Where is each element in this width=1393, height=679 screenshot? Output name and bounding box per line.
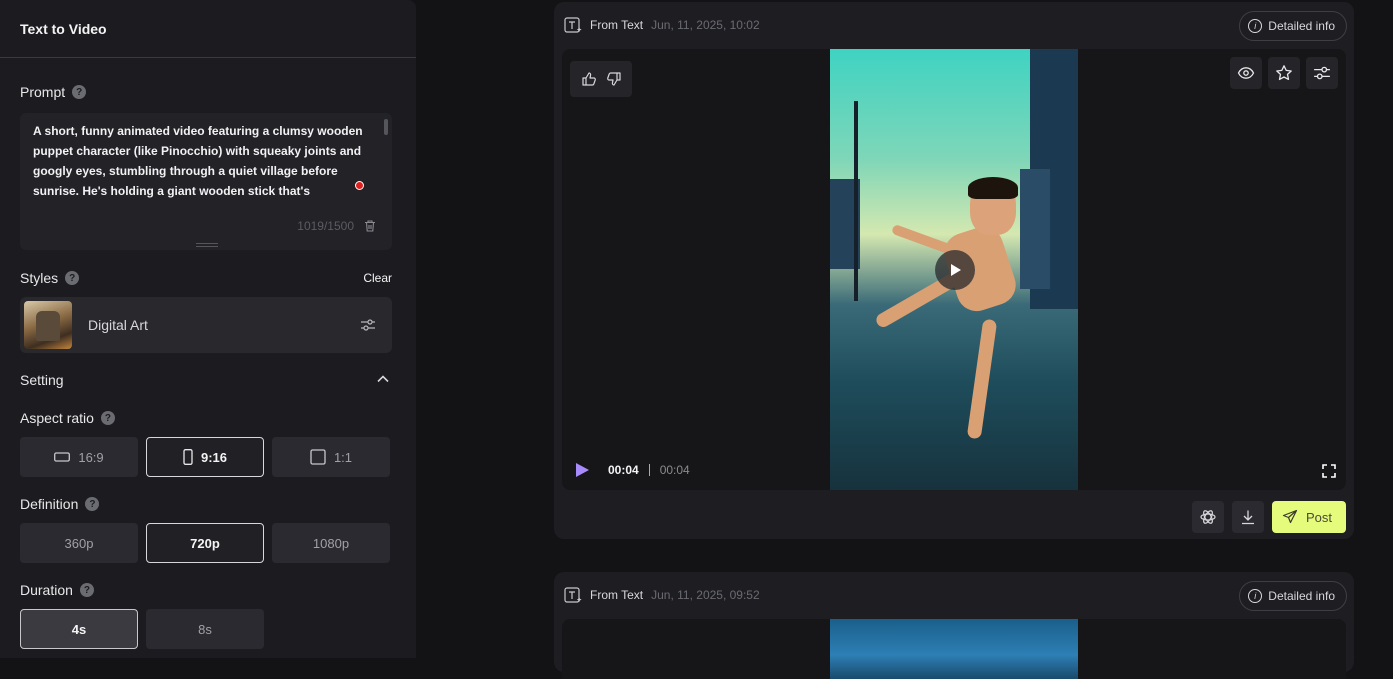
sliders-icon[interactable] bbox=[360, 317, 376, 333]
definition-720p-button[interactable]: 720p bbox=[146, 523, 264, 563]
preview-button[interactable] bbox=[1230, 57, 1262, 89]
help-icon[interactable]: ? bbox=[65, 271, 80, 285]
download-icon bbox=[1241, 510, 1254, 525]
notification-dot bbox=[355, 181, 364, 190]
text-to-video-icon bbox=[564, 587, 582, 603]
definition-label-row: Definition ? bbox=[20, 496, 100, 512]
adjust-button[interactable] bbox=[1306, 57, 1338, 89]
prompt-label: Prompt bbox=[20, 84, 66, 100]
duration-8s-button[interactable]: 8s bbox=[146, 609, 264, 649]
thumbs-down-icon[interactable] bbox=[606, 71, 622, 87]
aspect-16-9-button[interactable]: 16:9 bbox=[20, 437, 138, 477]
play-overlay-button[interactable] bbox=[935, 250, 975, 290]
timestamp: Jun, 11, 2025, 09:52 bbox=[651, 588, 760, 602]
timestamp: Jun, 11, 2025, 10:02 bbox=[651, 18, 760, 32]
info-icon: i bbox=[1248, 19, 1263, 33]
sidebar: Text to Video Prompt ? A short, funny an… bbox=[0, 0, 416, 658]
setting-label[interactable]: Setting bbox=[20, 372, 64, 388]
aspect-ratio-label: Aspect ratio bbox=[20, 410, 94, 426]
prompt-text[interactable]: A short, funny animated video featuring … bbox=[33, 121, 378, 201]
styles-label: Styles bbox=[20, 270, 59, 286]
char-count: 1019/1500 bbox=[297, 219, 354, 233]
duration-label-row: Duration ? bbox=[20, 582, 94, 598]
feedback-group bbox=[570, 61, 632, 97]
style-thumbnail bbox=[24, 301, 72, 349]
help-icon[interactable]: ? bbox=[85, 497, 100, 511]
definition-label: Definition bbox=[20, 496, 79, 512]
clear-styles-button[interactable]: Clear bbox=[363, 271, 392, 285]
post-button[interactable]: Post bbox=[1271, 501, 1346, 533]
source-label: From Text bbox=[590, 18, 644, 32]
card-actions: Post bbox=[1191, 501, 1346, 533]
atom-icon bbox=[1200, 510, 1216, 524]
sliders-icon bbox=[1314, 66, 1330, 80]
aspect-9-16-button[interactable]: 9:16 bbox=[146, 437, 264, 477]
remix-button[interactable] bbox=[1191, 501, 1224, 533]
favorite-button[interactable] bbox=[1268, 57, 1300, 89]
help-icon[interactable]: ? bbox=[79, 583, 94, 597]
help-icon[interactable]: ? bbox=[72, 85, 87, 99]
current-time: 00:04 bbox=[608, 463, 639, 477]
eye-icon bbox=[1237, 67, 1255, 79]
prompt-textarea[interactable]: A short, funny animated video featuring … bbox=[20, 113, 392, 250]
detailed-info-button[interactable]: i Detailed info bbox=[1239, 581, 1347, 611]
duration-label: Duration bbox=[20, 582, 73, 598]
source-label: From Text bbox=[590, 588, 644, 602]
detailed-info-button[interactable]: i Detailed info bbox=[1239, 11, 1347, 41]
setting-label-row[interactable]: Setting bbox=[20, 372, 64, 388]
time-divider bbox=[648, 464, 650, 476]
player-controls: 00:04 00:04 bbox=[574, 462, 690, 478]
video-frame bbox=[830, 619, 1078, 679]
page-title: Text to Video bbox=[20, 20, 107, 37]
portrait-icon bbox=[183, 449, 193, 465]
landscape-icon bbox=[54, 452, 71, 462]
chevron-up-icon[interactable] bbox=[377, 373, 389, 385]
duration-options: 4s 8s bbox=[20, 609, 264, 649]
definition-1080p-button[interactable]: 1080p bbox=[272, 523, 390, 563]
square-icon bbox=[310, 449, 326, 465]
style-card[interactable]: Digital Art bbox=[20, 297, 392, 353]
text-to-video-icon bbox=[564, 17, 582, 33]
help-icon[interactable]: ? bbox=[100, 411, 115, 425]
send-icon bbox=[1282, 509, 1298, 524]
total-time: 00:04 bbox=[659, 463, 690, 477]
aspect-ratio-label-row: Aspect ratio ? bbox=[20, 410, 115, 426]
card-header: From Text Jun, 11, 2025, 09:52 bbox=[564, 586, 760, 604]
prompt-label-row: Prompt ? bbox=[20, 84, 87, 100]
duration-4s-button[interactable]: 4s bbox=[20, 609, 138, 649]
info-icon: i bbox=[1248, 589, 1263, 603]
download-button[interactable] bbox=[1231, 501, 1264, 533]
fullscreen-icon[interactable] bbox=[1322, 464, 1336, 478]
video-card: From Text Jun, 11, 2025, 09:52 i Detaile… bbox=[554, 572, 1354, 679]
thumbs-up-icon[interactable] bbox=[581, 71, 597, 87]
sidebar-header: Text to Video bbox=[0, 0, 416, 58]
style-name: Digital Art bbox=[88, 317, 148, 333]
play-icon[interactable] bbox=[574, 462, 590, 478]
video-player[interactable] bbox=[562, 619, 1346, 679]
definition-options: 360p 720p 1080p bbox=[20, 523, 390, 563]
video-card: From Text Jun, 11, 2025, 10:02 i Detaile… bbox=[554, 2, 1354, 539]
aspect-1-1-button[interactable]: 1:1 bbox=[272, 437, 390, 477]
video-player[interactable]: 00:04 00:04 bbox=[562, 49, 1346, 490]
styles-label-row: Styles ? bbox=[20, 270, 80, 286]
resize-handle[interactable] bbox=[196, 243, 218, 247]
definition-360p-button[interactable]: 360p bbox=[20, 523, 138, 563]
aspect-ratio-options: 16:9 9:16 1:1 bbox=[20, 437, 390, 477]
player-tools bbox=[1230, 57, 1338, 89]
card-header: From Text Jun, 11, 2025, 10:02 bbox=[564, 16, 760, 34]
prompt-scrollbar[interactable] bbox=[384, 119, 388, 135]
star-icon bbox=[1276, 65, 1292, 81]
trash-icon[interactable] bbox=[363, 219, 377, 233]
play-icon bbox=[951, 264, 961, 276]
